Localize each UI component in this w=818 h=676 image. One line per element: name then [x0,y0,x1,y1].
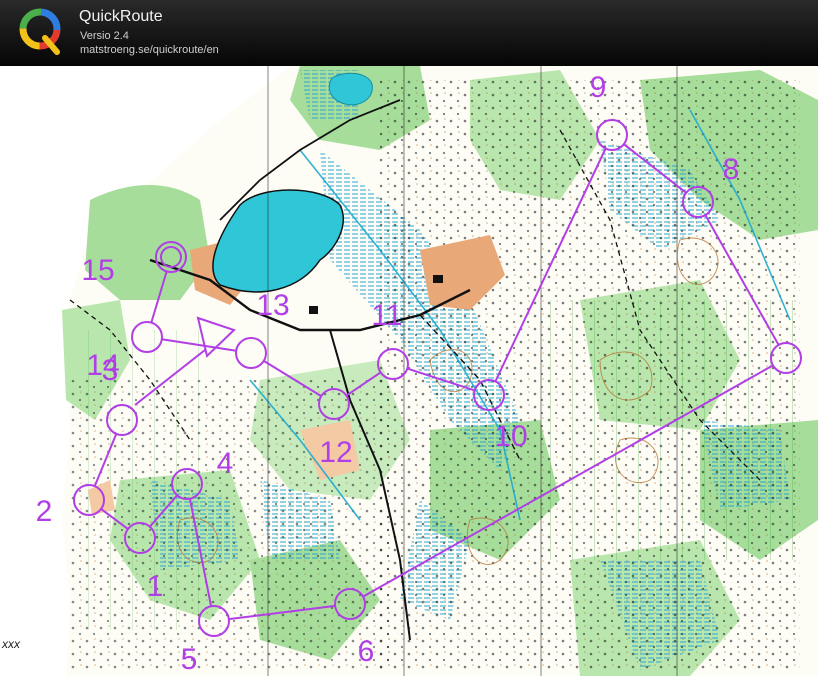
quickroute-q-logo-icon [19,8,61,55]
building [433,275,443,283]
control-number-label: 10 [494,420,527,453]
title-bar: QuickRoute Versio 2.4 matstroeng.se/quic… [0,0,818,66]
control-number-label: 9 [590,71,607,104]
control-number-label: 6 [358,635,375,668]
control-number-label: 2 [36,495,53,528]
control-number-label: 1 [147,570,164,603]
control-number-label: 4 [217,447,234,480]
map-corner-text: xxx [2,637,20,651]
app-url: matstroeng.se/quickroute/en [80,44,219,56]
control-number-label: 11 [371,299,402,332]
control-number-label: 15 [81,254,114,287]
control-number-label: 14 [86,349,119,382]
pond [328,72,373,106]
app-version: Versio 2.4 [80,30,129,42]
building [309,306,318,314]
control-number-label: 8 [723,153,740,186]
app-title: QuickRoute [79,8,163,25]
control-number-label: 5 [181,643,198,676]
control-number-label: 13 [256,289,289,322]
control-number-label: 12 [319,436,352,469]
orienteering-map[interactable]: 12345 689101112131415 [0,66,818,676]
